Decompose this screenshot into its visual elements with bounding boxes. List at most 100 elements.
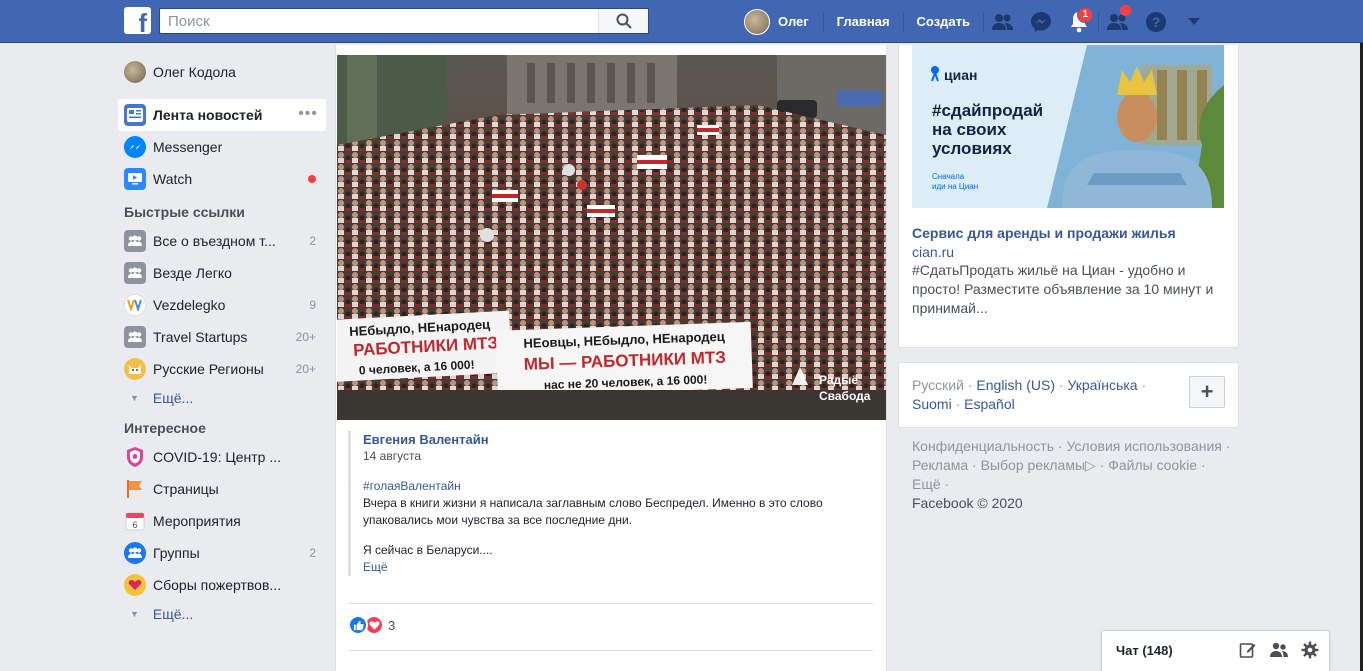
ad-image[interactable]: циан #сдайпродай на своих условиях Снача… xyxy=(912,45,1224,208)
sidebar-item-fundraisers[interactable]: Сборы пожертвов... xyxy=(118,569,326,601)
language-link[interactable]: Українська xyxy=(1067,377,1137,393)
language-link[interactable]: English (US) xyxy=(976,377,1055,393)
profile-avatar xyxy=(124,61,146,83)
explore-see-more-link[interactable]: ▼ Ещё... xyxy=(118,601,326,627)
sidebar-item-label: Vezdelegko xyxy=(153,297,226,313)
chat-bar[interactable]: Чат (148) xyxy=(1101,630,1330,671)
group-icon xyxy=(124,326,146,348)
ad-choices-icon: ▷ xyxy=(1085,457,1096,473)
svg-text:?: ? xyxy=(1152,14,1161,30)
sidebar-item-pages[interactable]: Страницы xyxy=(118,473,326,505)
post-photo[interactable]: НЕбыдло, НЕнародец РАБОТНИКИ МТЗ 0 челов… xyxy=(337,55,886,420)
ad-headline-2: на своих xyxy=(932,120,1007,139)
search-input[interactable] xyxy=(160,9,600,33)
question-icon: ? xyxy=(1146,11,1167,32)
reactions-summary[interactable]: 3 xyxy=(348,615,395,635)
item-count: 9 xyxy=(309,298,316,312)
language-selector-card: Русский · English (US) · Українська · Su… xyxy=(898,362,1239,428)
sidebar-item-shortcut[interactable]: Vezdelegko 9 xyxy=(118,289,326,321)
sidebar-item-label: Группы xyxy=(153,545,200,561)
ad-title-link[interactable]: Сервис для аренды и продажи жилья xyxy=(912,225,1176,241)
user-name-link[interactable]: Олег xyxy=(778,14,809,29)
quote-date[interactable]: 14 августа xyxy=(363,448,873,465)
chevron-down-icon: ▼ xyxy=(130,609,139,619)
copyright: Facebook © 2020 xyxy=(912,495,1023,511)
help-button[interactable]: ? xyxy=(1137,0,1175,43)
top-navigation-bar: f Олег Главная Создать 1 ? xyxy=(0,0,1363,43)
hashtag-link[interactable]: #голаяВалентайн xyxy=(363,478,873,495)
quote-text: Вчера в книги жизни я написала заглавным… xyxy=(363,496,823,527)
sidebar-item-groups[interactable]: Группы 2 xyxy=(118,537,326,569)
footer-link[interactable]: Файлы cookie xyxy=(1108,457,1197,473)
new-content-dot xyxy=(308,175,316,183)
language-list: Русский · English (US) · Українська · Su… xyxy=(912,377,1147,412)
flag-icon xyxy=(124,478,146,500)
gear-icon[interactable] xyxy=(1301,641,1319,659)
svg-text:Радыё: Радыё xyxy=(819,373,858,387)
sidebar-item-label: Сборы пожертвов... xyxy=(153,577,282,593)
sidebar-item-news-feed[interactable]: Лента новостей ••• xyxy=(118,99,326,131)
notifications-badge: 1 xyxy=(1077,7,1094,23)
quote-author-link[interactable]: Евгения Валентайн xyxy=(363,431,873,448)
sidebar-item-label: COVID-19: Центр ... xyxy=(153,449,281,465)
friend-requests-button[interactable] xyxy=(984,0,1022,43)
more-options-icon[interactable]: ••• xyxy=(298,105,318,123)
sidebar-item-messenger[interactable]: Messenger xyxy=(118,131,326,163)
footer-link[interactable]: Конфиденциальность xyxy=(912,438,1054,454)
footer-link[interactable]: Ещё xyxy=(912,476,941,492)
ad-domain[interactable]: cian.ru xyxy=(912,244,954,260)
language-link[interactable]: Suomi xyxy=(912,396,952,412)
messenger-button[interactable] xyxy=(1022,0,1060,43)
explore-heading: Интересное xyxy=(124,420,206,436)
add-language-button[interactable]: + xyxy=(1189,376,1225,408)
sidebar-profile[interactable]: Олег Кодола xyxy=(118,56,326,88)
protest-photo-image: НЕбыдло, НЕнародец РАБОТНИКИ МТЗ 0 челов… xyxy=(337,55,886,420)
sidebar-item-covid[interactable]: COVID-19: Центр ... xyxy=(118,441,326,473)
chat-icons xyxy=(1239,641,1319,659)
shortcuts-see-more-link[interactable]: ▼ Ещё... xyxy=(118,385,326,411)
svg-text:Свабода: Свабода xyxy=(819,389,871,403)
see-more-label: Ещё... xyxy=(152,390,194,406)
sidebar-item-shortcut[interactable]: Везде Легко xyxy=(118,257,326,289)
compose-icon[interactable] xyxy=(1239,641,1257,659)
chevron-down-icon: ▼ xyxy=(130,393,139,403)
item-count: 20+ xyxy=(295,362,316,376)
sidebar-item-shortcut[interactable]: Все о въездном т... 2 xyxy=(118,225,326,257)
see-more-link[interactable]: Ещё xyxy=(363,559,873,576)
sidebar-item-watch[interactable]: Watch xyxy=(118,163,326,195)
left-sidebar: Олег Кодола Лента новостей ••• Messenger… xyxy=(118,56,326,627)
cat-avatar-icon xyxy=(124,358,146,380)
feed-post: НЕбыдло, НЕнародец РАБОТНИКИ МТЗ 0 челов… xyxy=(335,45,887,671)
home-link[interactable]: Главная xyxy=(824,14,903,29)
like-reaction-icon xyxy=(348,615,368,635)
shortcuts-heading: Быстрые ссылки xyxy=(124,204,245,220)
reactions-count: 3 xyxy=(388,617,396,633)
group-icon xyxy=(124,262,146,284)
search-button[interactable] xyxy=(598,9,648,33)
user-avatar[interactable] xyxy=(744,8,770,35)
notifications-button[interactable]: 1 xyxy=(1060,0,1098,43)
sidebar-item-shortcut[interactable]: Русские Регионы 20+ xyxy=(118,353,326,385)
post-divider xyxy=(348,603,873,604)
shared-quote: Евгения Валентайн 14 августа #голаяВален… xyxy=(348,431,873,576)
chat-label: Чат (148) xyxy=(1116,643,1173,658)
calendar-icon: 6 xyxy=(124,510,146,532)
footer-link[interactable]: Выбор рекламы xyxy=(981,457,1085,473)
facebook-logo[interactable]: f xyxy=(124,7,151,34)
ad-small-2: иди на Циан xyxy=(932,182,978,191)
top-nav-right: Олег Главная Создать 1 ? xyxy=(744,0,1213,43)
contacts-icon[interactable] xyxy=(1269,641,1289,659)
sidebar-item-events[interactable]: 6 Мероприятия xyxy=(118,505,326,537)
quick-help-people-button[interactable] xyxy=(1099,0,1137,43)
ad-brand-logo: циан xyxy=(944,67,977,83)
account-menu-button[interactable] xyxy=(1175,0,1213,43)
create-link[interactable]: Создать xyxy=(904,14,983,29)
footer-link[interactable]: Реклама xyxy=(912,457,968,473)
sidebar-item-label: Мероприятия xyxy=(153,513,241,529)
language-link[interactable]: Español xyxy=(964,396,1015,412)
sponsored-ad-card[interactable]: циан #сдайпродай на своих условиях Снача… xyxy=(898,45,1239,348)
footer-link[interactable]: Условия использования xyxy=(1066,438,1221,454)
fundraiser-heart-icon xyxy=(124,574,146,596)
quote-text-continued: Я сейчас в Беларуси.... xyxy=(363,543,493,557)
sidebar-item-shortcut[interactable]: Travel Startups 20+ xyxy=(118,321,326,353)
